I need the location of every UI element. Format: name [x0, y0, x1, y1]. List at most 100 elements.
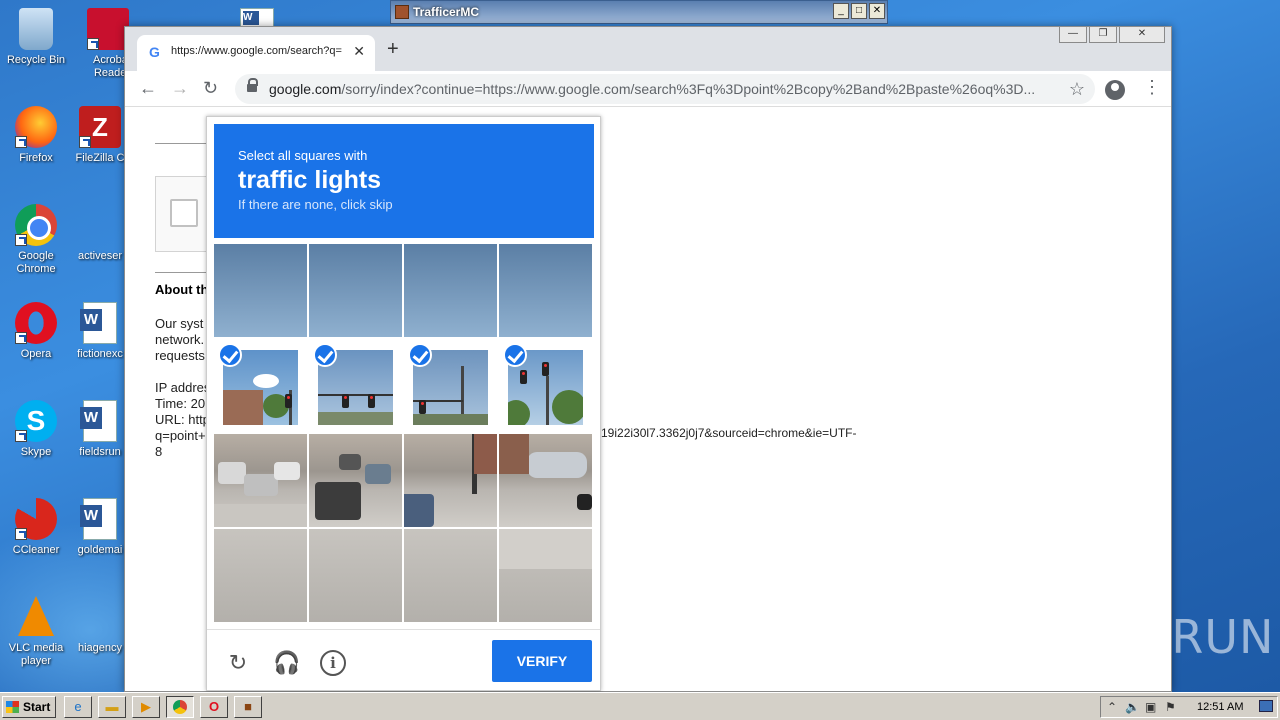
app-icon: [395, 5, 409, 19]
info-icon[interactable]: i: [320, 650, 346, 676]
captcha-tile[interactable]: [499, 244, 592, 337]
desktop-icon-ccleaner[interactable]: CCleaner: [0, 498, 72, 557]
captcha-image-grid: [214, 244, 594, 624]
minimize-button[interactable]: —: [1059, 27, 1087, 43]
browser-toolbar: ← → ↻ google.com/sorry/index?continue=ht…: [125, 71, 1171, 107]
back-icon[interactable]: ←: [139, 78, 157, 98]
start-button[interactable]: Start: [2, 696, 56, 718]
recycle-bin-icon: [19, 8, 53, 50]
url-text[interactable]: google.com/sorry/index?continue=https://…: [269, 81, 1059, 97]
filezilla-icon: Z: [79, 106, 121, 148]
trafficermc-taskbar-icon[interactable]: ■: [234, 696, 262, 718]
tab-title: https://www.google.com/search?q=: [171, 45, 342, 57]
url-tail-text: 19i22i30l7.3362j0j7&sourceid=chrome&ie=U…: [601, 426, 857, 440]
shortcut-arrow-icon: [87, 38, 99, 50]
bookmark-star-icon[interactable]: ☆: [1069, 79, 1085, 100]
network-icon[interactable]: ▣: [1145, 700, 1156, 714]
paragraph-line: IP addres: [155, 380, 211, 395]
captcha-hint: If there are none, click skip: [238, 197, 393, 212]
trafficermc-window[interactable]: TrafficerMC _ □ ✕: [390, 0, 888, 24]
captcha-instruction: Select all squares with: [238, 148, 368, 163]
opera-taskbar-icon[interactable]: O: [200, 696, 228, 718]
word-doc-icon[interactable]: W: [240, 8, 274, 28]
captcha-tile[interactable]: [404, 434, 497, 527]
reload-challenge-icon[interactable]: ↻: [225, 650, 251, 676]
captcha-tile[interactable]: [404, 244, 497, 337]
volume-icon[interactable]: 🔈: [1125, 700, 1140, 714]
paragraph-line: Our syst: [155, 316, 204, 331]
tab-close-icon[interactable]: ✕: [353, 43, 365, 60]
headphones-icon[interactable]: 🎧: [273, 650, 300, 676]
address-bar[interactable]: google.com/sorry/index?continue=https://…: [235, 74, 1095, 104]
checkmark-icon: [503, 343, 527, 367]
captcha-footer: ↻ 🎧 i VERIFY: [207, 629, 600, 691]
tab-strip: G https://www.google.com/search?q= ✕ + —…: [125, 27, 1171, 71]
desktop-icon-vlc[interactable]: VLC media player: [0, 596, 72, 668]
chrome-taskbar-icon[interactable]: [166, 696, 194, 718]
shortcut-arrow-icon: [15, 136, 27, 148]
paragraph-line: 8: [155, 444, 163, 459]
checkmark-icon: [408, 343, 432, 367]
close-button[interactable]: ✕: [869, 3, 885, 19]
captcha-tile[interactable]: [309, 529, 402, 622]
desktop-icon-label: CCleaner: [12, 544, 60, 556]
checkmark-icon: [218, 343, 242, 367]
desktop-icon-chrome[interactable]: Google Chrome: [0, 204, 72, 276]
close-button[interactable]: ✕: [1119, 27, 1165, 43]
desktop-icon-firefox[interactable]: Firefox: [0, 106, 72, 165]
desktop-icon-skype[interactable]: S Skype: [0, 400, 72, 459]
acrobat-icon: [87, 8, 129, 50]
verify-button[interactable]: VERIFY: [492, 640, 592, 682]
minimize-button[interactable]: _: [833, 3, 849, 19]
account-icon[interactable]: [1105, 80, 1125, 100]
captcha-tile[interactable]: [499, 529, 592, 622]
desktop-icon-label: Opera: [20, 348, 52, 360]
folder-icon[interactable]: ▬: [98, 696, 126, 718]
skype-icon: S: [15, 400, 57, 442]
shortcut-arrow-icon: [15, 528, 27, 540]
checkmark-icon: [313, 343, 337, 367]
word-doc-icon: W: [80, 400, 117, 442]
captcha-tile[interactable]: [404, 529, 497, 622]
captcha-header: Select all squares with traffic lights I…: [214, 124, 594, 238]
tray-expand-icon[interactable]: ⌃: [1107, 700, 1117, 714]
shortcut-arrow-icon: [79, 136, 91, 148]
shortcut-arrow-icon: [15, 332, 27, 344]
ie-icon[interactable]: e: [64, 696, 92, 718]
shortcut-arrow-icon: [15, 430, 27, 442]
desktop-icon-label: Skype: [20, 446, 52, 458]
flag-icon[interactable]: ⚑: [1165, 700, 1176, 714]
captcha-tile-selected[interactable]: [309, 339, 402, 432]
paragraph-line: q=point+: [155, 428, 206, 443]
vlc-icon: [18, 596, 54, 636]
maximize-button[interactable]: □: [851, 3, 867, 19]
captcha-tile[interactable]: [309, 434, 402, 527]
desktop-icon-label: Google Chrome: [16, 250, 56, 275]
captcha-tile[interactable]: [309, 244, 402, 337]
captcha-tile-selected[interactable]: [404, 339, 497, 432]
paragraph-line: Time: 20: [155, 396, 206, 411]
clock[interactable]: 12:51 AM: [1197, 701, 1243, 713]
desktop-icon-label: Firefox: [19, 152, 53, 164]
paragraph-line: URL: http: [155, 412, 210, 427]
captcha-tile-selected[interactable]: [214, 339, 307, 432]
show-desktop-icon[interactable]: [1259, 700, 1273, 712]
desktop-icon-label: Recycle Bin: [6, 54, 66, 66]
menu-icon[interactable]: ⋮: [1143, 77, 1161, 98]
desktop-icon-opera[interactable]: Opera: [0, 302, 72, 361]
new-tab-icon[interactable]: +: [387, 39, 399, 59]
desktop-icon-recycle-bin[interactable]: Recycle Bin: [0, 8, 72, 67]
restore-button[interactable]: ❐: [1089, 27, 1117, 43]
recaptcha-checkbox[interactable]: [170, 199, 198, 227]
media-player-icon[interactable]: ▶: [132, 696, 160, 718]
captcha-tile-selected[interactable]: [499, 339, 592, 432]
desktop-icon-label: VLC media player: [8, 642, 64, 667]
captcha-tile[interactable]: [214, 244, 307, 337]
reload-icon[interactable]: ↻: [203, 78, 218, 98]
captcha-tile[interactable]: [214, 529, 307, 622]
forward-icon[interactable]: →: [171, 78, 189, 98]
google-favicon-icon: G: [149, 44, 160, 60]
captcha-tile[interactable]: [214, 434, 307, 527]
captcha-tile[interactable]: [499, 434, 592, 527]
tab-google-search[interactable]: G https://www.google.com/search?q= ✕: [137, 35, 375, 71]
